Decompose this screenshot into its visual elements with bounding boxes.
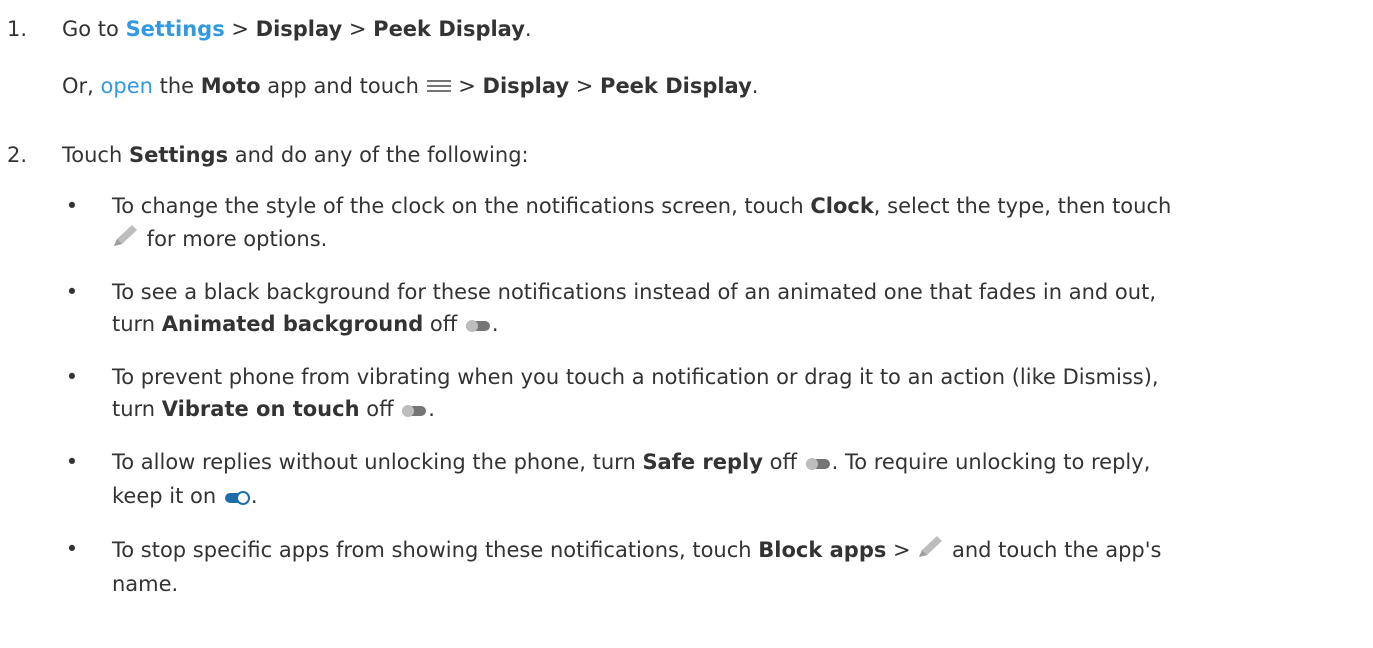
display-label: Display [482, 74, 570, 98]
text: , select the type, then touch [873, 194, 1172, 218]
pencil-icon [112, 222, 140, 257]
text: Go to [62, 17, 126, 41]
toggle-on-icon [223, 482, 251, 514]
text: > [342, 17, 374, 41]
text: off [359, 397, 401, 421]
text: > [569, 74, 601, 98]
options-list: • To change the style of the clock on th… [62, 190, 1191, 600]
text: and do any of the following: [228, 143, 529, 167]
step-2: 2. Touch Settings and do any of the foll… [0, 139, 1191, 600]
pencil-icon [917, 533, 945, 568]
text: . [250, 484, 258, 508]
bullet: • [65, 194, 79, 218]
text: . [428, 397, 435, 421]
text: keep it on [112, 484, 223, 508]
text: To prevent phone from vibrating when you… [112, 365, 1159, 389]
menu-icon [426, 72, 452, 104]
text: > [886, 538, 918, 562]
animated-background-label: Animated background [161, 312, 424, 336]
settings-link[interactable]: Settings [126, 17, 225, 41]
block-apps-label: Block apps [758, 538, 887, 562]
step-number: 1. [7, 17, 28, 41]
moto-label: Moto [200, 74, 261, 98]
text: and touch the app's [945, 538, 1162, 562]
safe-reply-label: Safe reply [642, 450, 763, 474]
text: off [762, 450, 804, 474]
vibrate-on-touch-label: Vibrate on touch [161, 397, 360, 421]
bullet: • [65, 280, 79, 304]
text: turn [112, 312, 162, 336]
list-item: • To allow replies without unlocking the… [62, 446, 1171, 514]
text: the [152, 74, 201, 98]
step-1-alt-text: Or, open the Moto app and touch > Displa… [62, 70, 758, 104]
text: To allow replies without unlocking the p… [112, 450, 643, 474]
text: for more options. [140, 227, 328, 251]
step-1: 1. Go to Settings > Display > Peek Displ… [0, 13, 758, 104]
list-item: • To stop specific apps from showing the… [62, 533, 1171, 600]
list-item: • To change the style of the clock on th… [62, 190, 1172, 257]
step-2-text: Touch Settings and do any of the followi… [62, 139, 1191, 171]
bullet: • [65, 365, 79, 389]
text: off [423, 312, 464, 336]
toggle-off-icon [400, 395, 428, 427]
toggle-off-icon [464, 310, 492, 342]
text: . [751, 74, 759, 98]
display-label: Display [255, 17, 343, 41]
open-link[interactable]: open [101, 74, 153, 98]
list-item: • To prevent phone from vibrating when y… [62, 361, 1171, 427]
text: To change the style of the clock on the … [112, 194, 811, 218]
bullet: • [65, 450, 79, 474]
peek-display-label: Peek Display [600, 74, 752, 98]
settings-label: Settings [128, 143, 229, 167]
clock-label: Clock [810, 194, 874, 218]
text: To stop specific apps from showing these… [112, 538, 759, 562]
text: . [491, 312, 499, 336]
list-item: • To see a black background for these no… [62, 276, 1171, 342]
text: name. [112, 572, 179, 596]
text: . [524, 17, 532, 41]
step-number: 2. [7, 143, 28, 167]
text: . To require unlocking to reply, [831, 450, 1151, 474]
text: > [451, 74, 483, 98]
peek-display-label: Peek Display [373, 17, 525, 41]
text: > [224, 17, 256, 41]
toggle-off-icon [804, 448, 832, 480]
step-1-text: Go to Settings > Display > Peek Display. [62, 13, 758, 45]
bullet: • [65, 537, 79, 561]
text: turn [112, 397, 162, 421]
text: To see a black background for these noti… [112, 280, 1156, 304]
text: app and touch [260, 74, 426, 98]
text: Touch [62, 143, 129, 167]
text: Or, [62, 74, 101, 98]
